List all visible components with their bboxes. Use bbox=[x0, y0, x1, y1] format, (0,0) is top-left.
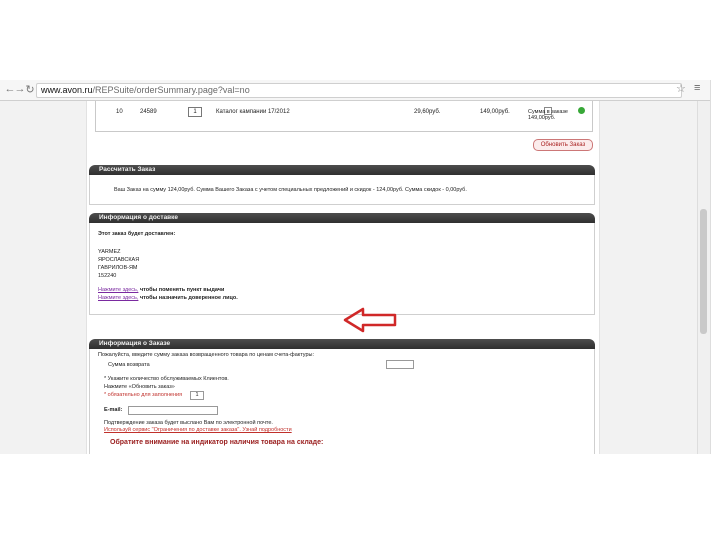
browser-toolbar: ← → ↻ www.avon.ru/REPSuite/orderSummary.… bbox=[0, 80, 710, 101]
catalog-name: Каталог кампании 17/2012 bbox=[216, 109, 290, 115]
refund-amount-input[interactable] bbox=[386, 360, 414, 369]
change-pickup-row: Нажмите здесь, чтобы поменять пункт выда… bbox=[98, 287, 224, 293]
assign-trustee-text: чтобы назначить доверенное лицо. bbox=[138, 295, 238, 301]
address-bar[interactable]: www.avon.ru/REPSuite/orderSummary.page?v… bbox=[36, 83, 682, 98]
address-line-1: YARMEZ bbox=[98, 249, 121, 255]
confirm-text: Подтверждение заказа будет выслано Вам п… bbox=[104, 420, 273, 426]
change-pickup-link[interactable]: Нажмите здесь, bbox=[98, 287, 138, 293]
quantity-field[interactable]: 1 bbox=[188, 107, 202, 117]
required-note: * обязательно для заполнения bbox=[104, 392, 183, 398]
product-code: 24589 bbox=[140, 109, 157, 115]
calc-section-header: Рассчитать Заказ bbox=[89, 165, 595, 175]
change-pickup-text: чтобы поменять пункт выдачи bbox=[138, 287, 225, 293]
url-domain: www.avon.ru bbox=[41, 85, 93, 95]
unit-price: 29,60руб. bbox=[414, 109, 441, 115]
email-label: E-mail: bbox=[104, 407, 123, 413]
calc-section: Ваш Заказ на сумму 124,00руб. Сумма Ваше… bbox=[89, 175, 595, 205]
refund-label: Сумма возврата bbox=[108, 362, 150, 368]
clients-count-input[interactable]: 1 bbox=[190, 391, 204, 400]
pointer-arrow-icon bbox=[343, 307, 397, 333]
page-content: 10 24589 1 Каталог кампании 17/2012 29,6… bbox=[86, 101, 600, 454]
delivery-intro: Этот заказ будет доставлен: bbox=[98, 231, 176, 237]
update-order-button[interactable]: Обновить Заказ bbox=[533, 139, 593, 151]
delivery-section: Этот заказ будет доставлен: YARMEZ ЯРОСЛ… bbox=[89, 223, 595, 315]
assign-trustee-link[interactable]: Нажмите здесь, bbox=[98, 295, 138, 301]
bookmark-star-icon[interactable]: ☆ bbox=[676, 82, 686, 95]
email-field[interactable] bbox=[128, 406, 218, 415]
clients-note: * Укажите количество обслуживаемых Клиен… bbox=[104, 376, 229, 382]
refund-prompt: Пожалуйста, введите сумму заказа возвращ… bbox=[98, 352, 315, 358]
order-sum: Сумма в заказе 149,00руб. bbox=[528, 109, 568, 121]
order-info-section-header: Информация о Заказе bbox=[89, 339, 595, 349]
menu-icon[interactable]: ≡ bbox=[694, 82, 700, 94]
scrollbar-thumb[interactable] bbox=[700, 209, 707, 334]
calc-summary: Ваш Заказ на сумму 124,00руб. Сумма Ваше… bbox=[114, 187, 467, 193]
update-note: Нажмите «Обновить заказ» bbox=[104, 384, 175, 390]
vertical-scrollbar[interactable] bbox=[697, 101, 710, 454]
delivery-section-header: Информация о доставке bbox=[89, 213, 595, 223]
delivery-restrictions-link[interactable]: Используй сервис "Ограничения по доставк… bbox=[104, 427, 292, 433]
address-line-3: ГАВРИЛОВ-ЯМ bbox=[98, 265, 138, 271]
order-info-section: Пожалуйста, введите сумму заказа возвращ… bbox=[89, 349, 595, 454]
browser-screenshot: ← → ↻ www.avon.ru/REPSuite/orderSummary.… bbox=[0, 80, 711, 454]
trustee-row: Нажмите здесь, чтобы назначить доверенно… bbox=[98, 295, 238, 301]
address-line-4: 152240 bbox=[98, 273, 117, 279]
address-line-2: ЯРОСЛАВСКАЯ bbox=[98, 257, 140, 263]
line-total: 149,00руб. bbox=[480, 109, 510, 115]
line-number: 10 bbox=[116, 109, 123, 115]
reload-icon[interactable]: ↻ bbox=[24, 83, 36, 96]
url-path: /REPSuite/orderSummary.page?val=no bbox=[92, 85, 250, 95]
order-line-box: 10 24589 1 Каталог кампании 17/2012 29,6… bbox=[95, 101, 593, 132]
stock-attention-heading: Обратите внимание на индикатор наличия т… bbox=[110, 439, 324, 446]
